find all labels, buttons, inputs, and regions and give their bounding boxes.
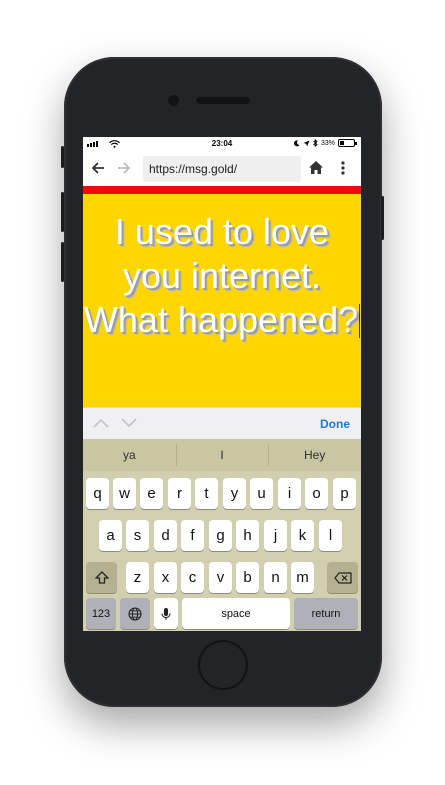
backspace-icon	[333, 571, 352, 584]
suggestion-item[interactable]: ya	[83, 439, 176, 471]
back-arrow-icon[interactable]	[91, 161, 105, 175]
bluetooth-icon	[313, 139, 318, 147]
page-load-progress-bar	[83, 186, 361, 194]
key-letter[interactable]: t	[195, 478, 218, 509]
status-bar: 23:04 33%	[83, 137, 361, 152]
battery-percent: 33%	[320, 139, 335, 147]
key-letter[interactable]: w	[113, 478, 136, 509]
key-letter[interactable]: b	[236, 562, 259, 593]
shift-key[interactable]	[86, 562, 117, 593]
forward-arrow-icon[interactable]	[117, 161, 131, 175]
globe-key[interactable]	[120, 598, 150, 629]
key-letter[interactable]: r	[168, 478, 191, 509]
key-letter[interactable]: e	[140, 478, 163, 509]
key-letter[interactable]: m	[291, 562, 314, 593]
status-right-group: 33%	[293, 139, 357, 147]
key-letter[interactable]: v	[209, 562, 232, 593]
home-icon[interactable]	[308, 160, 324, 175]
key-letter[interactable]: q	[86, 478, 109, 509]
home-button[interactable]	[198, 640, 248, 690]
key-letter[interactable]: n	[264, 562, 287, 593]
battery-icon	[338, 139, 357, 147]
location-arrow-icon	[303, 140, 310, 146]
phone-screen: 23:04 33% https://msg.gold/ I used to lo…	[83, 137, 361, 631]
key-letter[interactable]: y	[223, 478, 246, 509]
key-letter[interactable]: a	[99, 520, 122, 551]
key-letter[interactable]: h	[236, 520, 259, 551]
space-bar[interactable]: space	[182, 598, 290, 629]
overflow-menu-icon[interactable]	[341, 161, 345, 175]
on-screen-keyboard: ya I Hey q w e r t y u i o p a s d f g h…	[83, 439, 361, 631]
key-letter[interactable]: j	[264, 520, 287, 551]
earpiece-speaker	[196, 97, 250, 104]
text-cursor	[359, 304, 361, 338]
key-letter[interactable]: x	[154, 562, 177, 593]
suggestion-item[interactable]: Hey	[268, 439, 361, 471]
key-letter[interactable]: u	[250, 478, 273, 509]
message-text-area[interactable]: I used to love you internet. What happen…	[83, 210, 361, 342]
numbers-key[interactable]: 123	[86, 598, 116, 629]
message-text: I used to love you internet. What happen…	[83, 211, 359, 340]
mute-switch	[61, 146, 64, 168]
volume-up-button	[61, 192, 64, 232]
browser-toolbar: https://msg.gold/	[83, 152, 361, 186]
dictation-key[interactable]	[154, 598, 178, 629]
key-letter[interactable]: o	[305, 478, 328, 509]
power-button	[381, 196, 384, 240]
key-letter[interactable]: g	[209, 520, 232, 551]
keyboard-accessory-bar: Done	[83, 407, 361, 439]
microphone-icon	[161, 607, 171, 620]
done-button[interactable]: Done	[320, 417, 350, 431]
shift-arrow-icon	[94, 571, 109, 584]
moon-icon	[293, 139, 300, 146]
previous-field-chevron-icon[interactable]	[93, 418, 109, 428]
delete-key[interactable]	[327, 562, 358, 593]
key-letter[interactable]: f	[181, 520, 204, 551]
front-camera	[168, 95, 179, 106]
key-letter[interactable]: i	[278, 478, 301, 509]
url-field[interactable]: https://msg.gold/	[143, 156, 301, 182]
next-field-chevron-icon[interactable]	[121, 418, 137, 428]
predictive-suggestions-bar: ya I Hey	[83, 439, 361, 471]
key-letter[interactable]: k	[291, 520, 314, 551]
volume-down-button	[61, 242, 64, 282]
globe-icon	[128, 606, 142, 621]
return-key[interactable]: return	[294, 598, 358, 629]
message-page: I used to love you internet. What happen…	[83, 194, 361, 407]
suggestion-item[interactable]: I	[175, 439, 269, 471]
key-letter[interactable]: p	[333, 478, 356, 509]
key-letter[interactable]: l	[319, 520, 342, 551]
key-letter[interactable]: z	[126, 562, 149, 593]
key-letter[interactable]: s	[126, 520, 149, 551]
key-letter[interactable]: c	[181, 562, 204, 593]
key-letter[interactable]: d	[154, 520, 177, 551]
